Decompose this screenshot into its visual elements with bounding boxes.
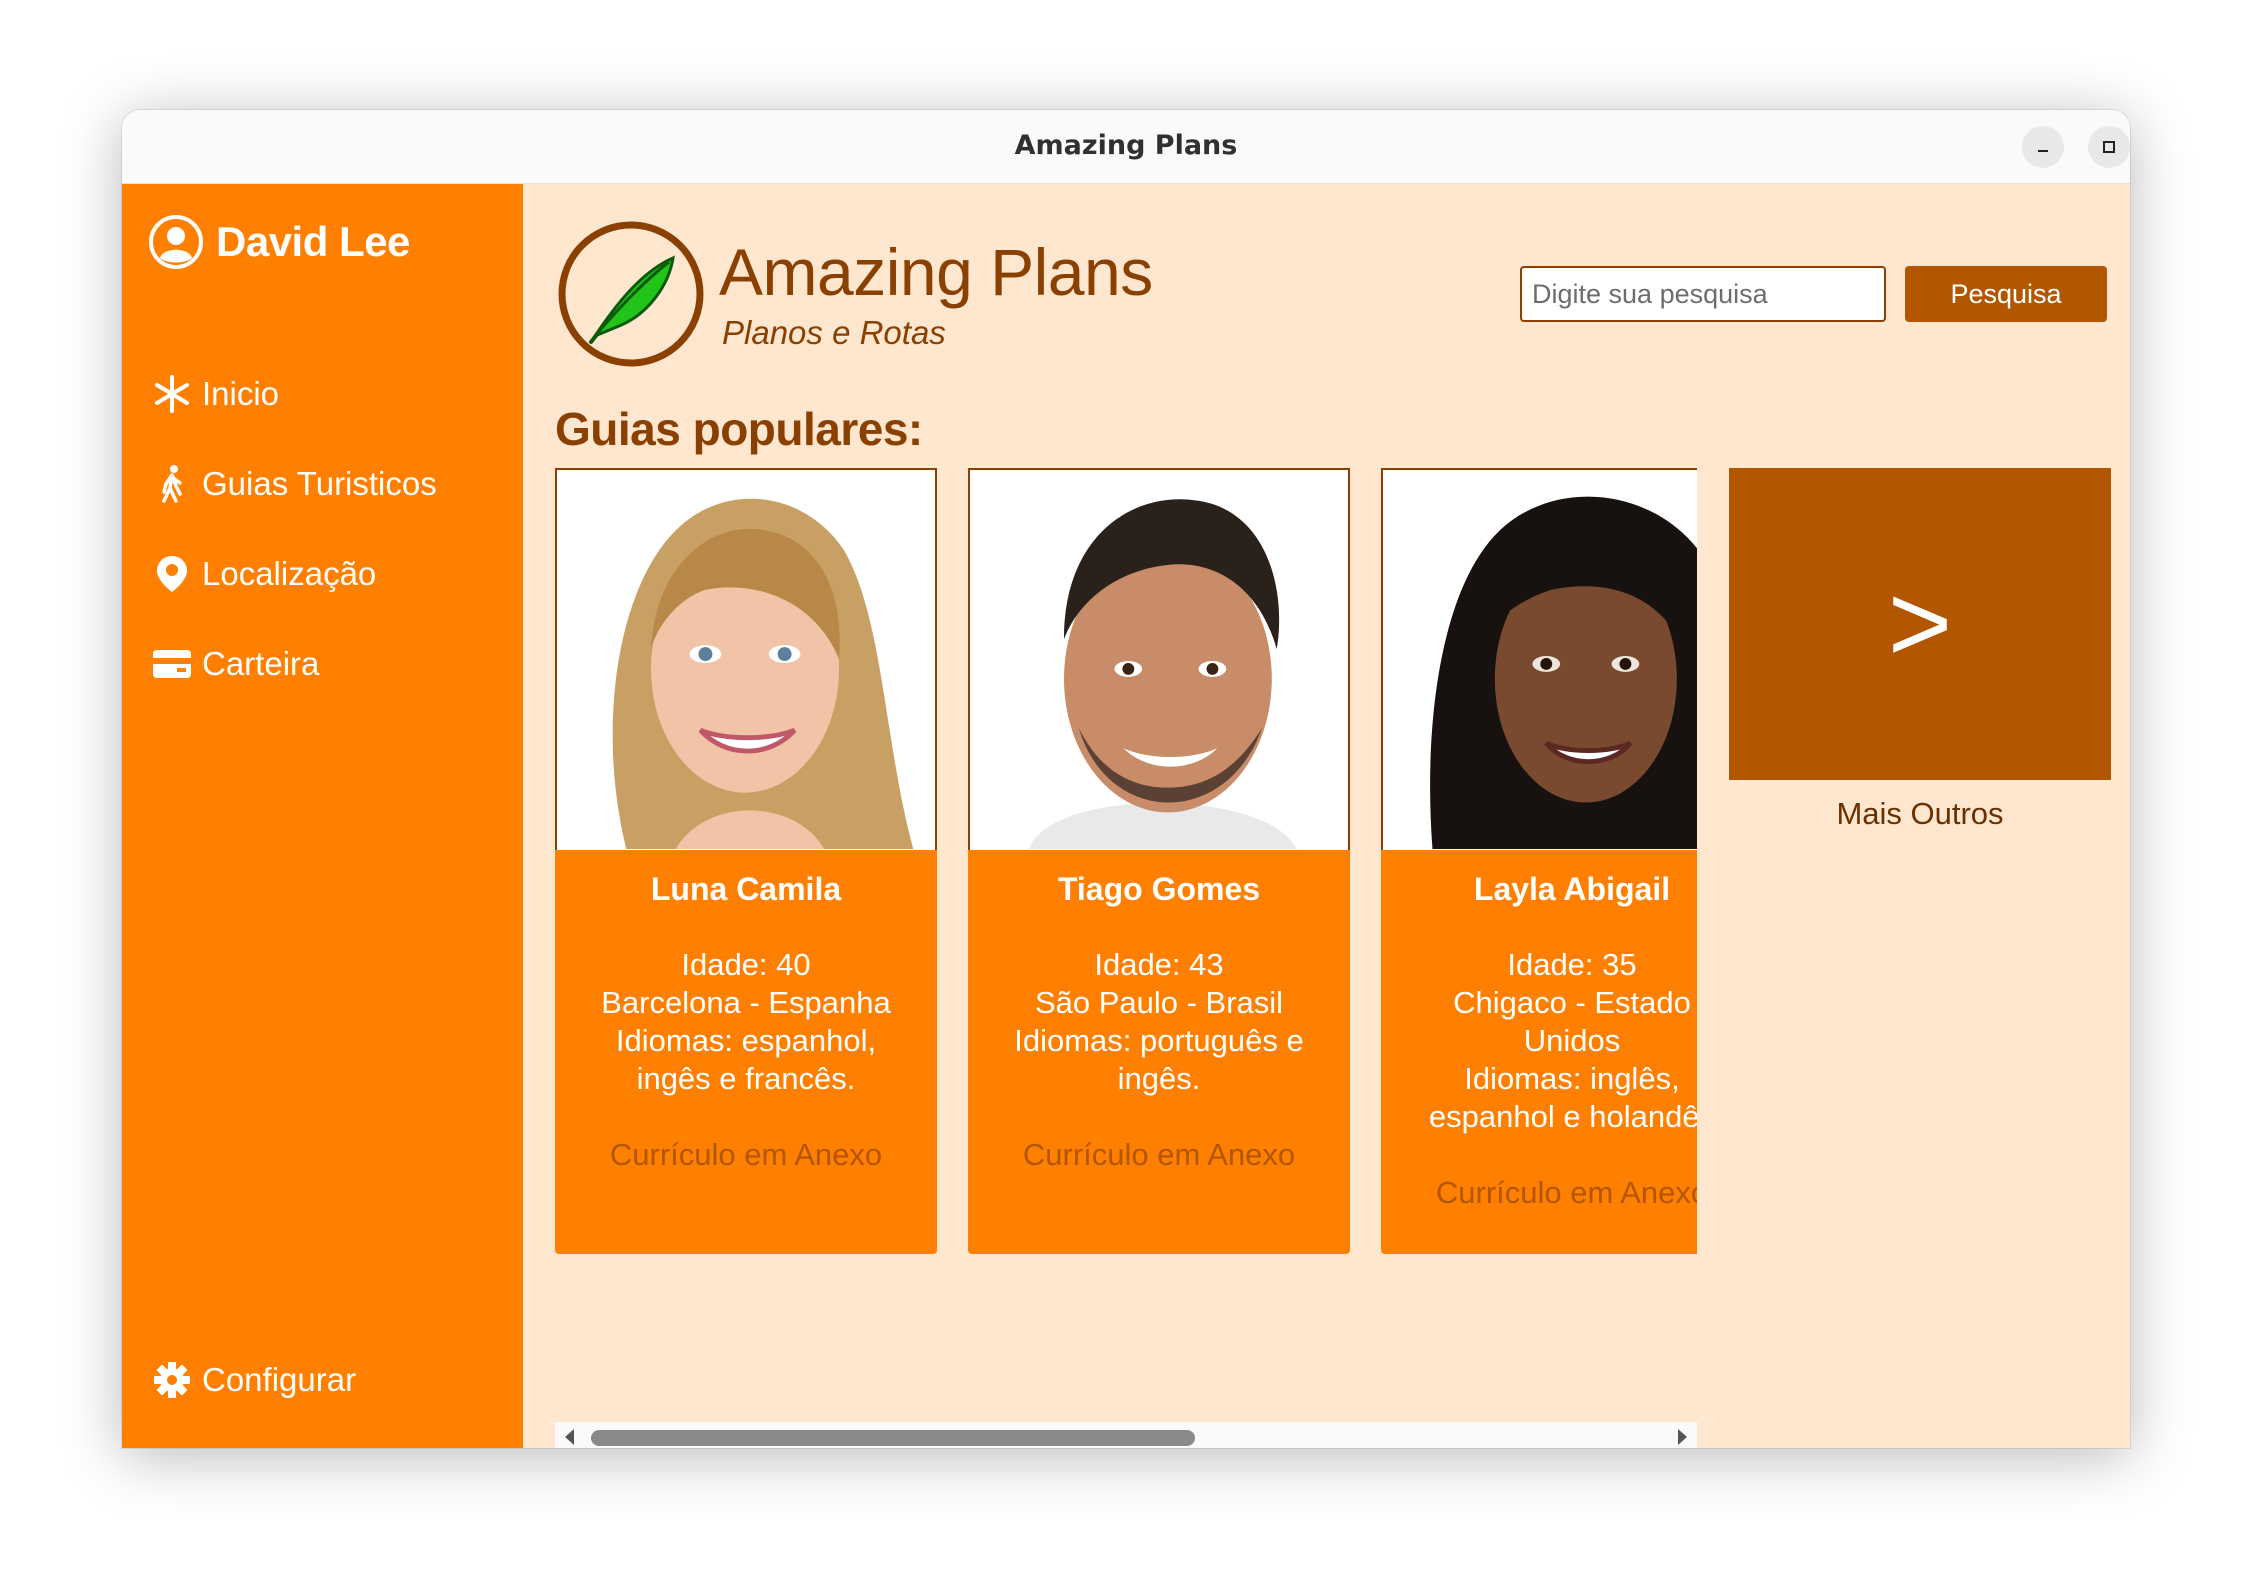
sidebar-item-label: Configurar	[202, 1361, 357, 1398]
feather-logo-icon	[558, 221, 704, 367]
guide-location: Barcelona - Espanha	[601, 985, 891, 1020]
search-input[interactable]	[1520, 266, 1886, 322]
guide-info: Layla Abigail Idade: 35 Chigaco - Estado…	[1381, 850, 1697, 1254]
guide-languages: Idiomas: espanhol,	[615, 1023, 877, 1058]
guide-languages: Idiomas: inglês,	[1464, 1061, 1680, 1096]
guide-details: Idade: 43 São Paulo - Brasil Idiomas: po…	[978, 946, 1340, 1174]
guide-name: Tiago Gomes	[1057, 871, 1261, 907]
guide-location-cont: Unidos	[1523, 1023, 1621, 1058]
portrait-woman-blonde	[557, 471, 935, 849]
guide-card[interactable]: Layla Abigail Idade: 35 Chigaco - Estado…	[1381, 468, 1697, 1254]
sidebar-item-label: Guias Turisticos	[202, 465, 437, 502]
brand-title: Amazing Plans	[719, 235, 1153, 309]
guide-photo	[555, 468, 937, 850]
maximize-button[interactable]	[2088, 126, 2130, 168]
sidebar-item-label: Localização	[202, 555, 377, 592]
user-circle-icon	[149, 215, 203, 269]
scrollbar-thumb[interactable]	[591, 1430, 1195, 1446]
guide-languages-cont: ingês e francês.	[636, 1061, 856, 1096]
minimize-button[interactable]	[2022, 126, 2064, 168]
minimize-icon	[2038, 150, 2048, 152]
guide-languages-cont: espanhol e holandês	[1428, 1099, 1697, 1134]
portrait-woman-dark-hair	[1383, 471, 1697, 849]
brand-subtitle: Planos e Rotas	[722, 314, 946, 351]
cv-attachment-link[interactable]: Currículo em Anexo	[1391, 1174, 1697, 1212]
guide-photo	[968, 468, 1350, 850]
guide-location: Chigaco - Estado	[1453, 985, 1691, 1020]
guide-languages-cont: ingês.	[1117, 1061, 1201, 1096]
guide-card[interactable]: Tiago Gomes Idade: 43 São Paulo - Brasil…	[968, 468, 1350, 1254]
guide-details: Idade: 40 Barcelona - Espanha Idiomas: e…	[565, 946, 927, 1174]
title-bar: Amazing Plans	[122, 110, 2130, 184]
app-window: Amazing Plans David Lee Inicio Guias Tur…	[122, 110, 2130, 1448]
guide-languages: Idiomas: português e	[1014, 1023, 1304, 1058]
asterisk-icon	[150, 372, 194, 416]
gear-icon	[150, 1358, 194, 1402]
guide-age: Idade: 43	[1094, 947, 1224, 982]
guide-name: Luna Camila	[650, 871, 842, 907]
window-title: Amazing Plans	[1014, 130, 1238, 161]
guide-info: Luna Camila Idade: 40 Barcelona - Espanh…	[555, 850, 937, 1254]
location-pin-icon	[150, 552, 194, 596]
scroll-left-arrow-icon[interactable]	[565, 1429, 574, 1445]
guide-location: São Paulo - Brasil	[1034, 985, 1284, 1020]
sidebar-item-carteira[interactable]: Carteira	[150, 634, 319, 694]
sidebar-item-guias-turisticos[interactable]: Guias Turisticos	[150, 454, 437, 514]
sidebar: David Lee Inicio Guias Turisticos Locali…	[122, 184, 523, 1448]
more-guides-button[interactable]: >	[1729, 468, 2111, 780]
section-title: Guias populares:	[555, 403, 923, 455]
user-profile[interactable]: David Lee	[148, 214, 410, 270]
sidebar-item-label: Carteira	[202, 645, 320, 682]
guide-age: Idade: 40	[681, 947, 811, 982]
guide-info: Tiago Gomes Idade: 43 São Paulo - Brasil…	[968, 850, 1350, 1254]
user-name: David Lee	[216, 218, 410, 265]
sidebar-item-inicio[interactable]: Inicio	[150, 364, 279, 424]
guide-details: Idade: 35 Chigaco - Estado Unidos Idioma…	[1391, 946, 1697, 1212]
horizontal-scrollbar[interactable]	[555, 1422, 1697, 1448]
sidebar-item-localizacao[interactable]: Localização	[150, 544, 376, 604]
guide-age: Idade: 35	[1507, 947, 1637, 982]
search-button[interactable]: Pesquisa	[1905, 266, 2107, 322]
main-content: Amazing Plans Planos e Rotas Pesquisa Gu…	[523, 184, 2130, 1448]
cv-attachment-link[interactable]: Currículo em Anexo	[565, 1136, 927, 1174]
guides-carousel[interactable]: Luna Camila Idade: 40 Barcelona - Espanh…	[555, 468, 1697, 1258]
walking-person-icon	[150, 462, 194, 506]
portrait-man-beard	[970, 471, 1348, 849]
wallet-card-icon	[150, 642, 194, 686]
guide-photo	[1381, 468, 1697, 850]
guide-name: Layla Abigail	[1473, 871, 1671, 907]
more-guides-label: Mais Outros	[1836, 796, 2004, 831]
sidebar-item-label: Inicio	[202, 375, 280, 412]
sidebar-item-configurar[interactable]: Configurar	[150, 1350, 356, 1410]
guide-card[interactable]: Luna Camila Idade: 40 Barcelona - Espanh…	[555, 468, 937, 1254]
maximize-icon	[2103, 141, 2115, 153]
cv-attachment-link[interactable]: Currículo em Anexo	[978, 1136, 1340, 1174]
scroll-right-arrow-icon[interactable]	[1678, 1429, 1687, 1445]
